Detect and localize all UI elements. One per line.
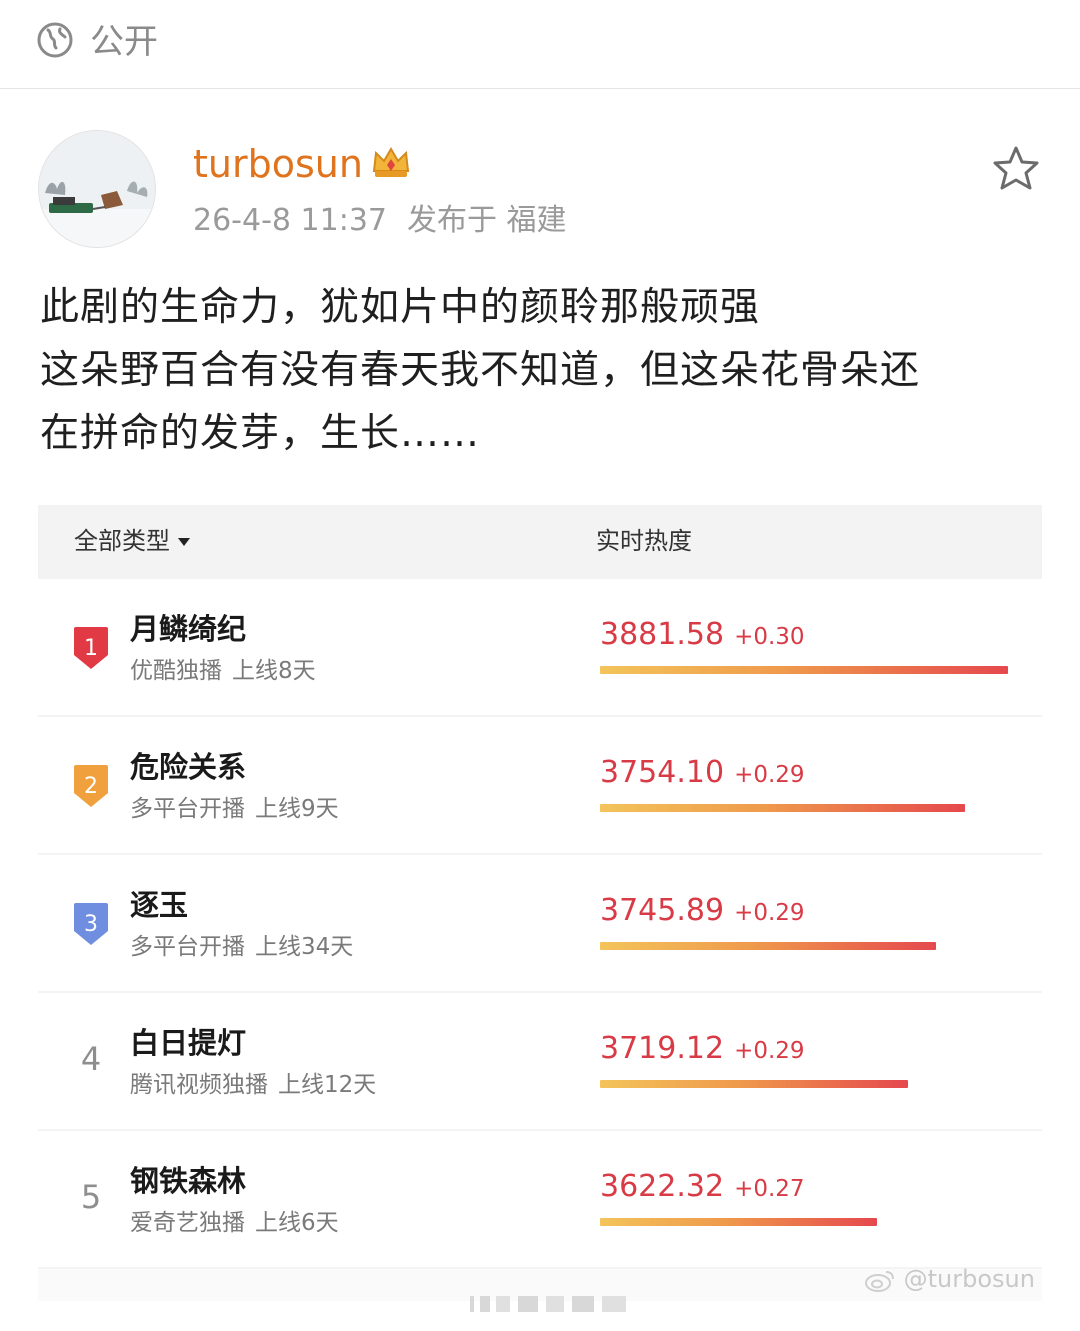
show-meta: 爱奇艺独播 上线6天 [130, 1206, 339, 1240]
heat-score: 3622.32 +0.27 [600, 1167, 805, 1209]
heat-score: 3754.10 +0.29 [600, 753, 805, 795]
heat-bar-fill [600, 666, 1008, 674]
heat-value: 3754.10 [600, 755, 725, 790]
heat-delta: +0.29 [734, 900, 805, 926]
show-title: 白日提灯 [130, 1026, 247, 1060]
rank-number: 3 [84, 912, 98, 937]
globe-icon [37, 22, 73, 58]
heat-delta: +0.27 [734, 1176, 805, 1202]
heat-value: 3881.58 [600, 617, 725, 652]
ranking-card: 全部类型 实时热度 1 月鳞绮纪 优酷独播 上线8天 3881.58 +0.30 2… [38, 505, 1042, 1301]
show-online-days: 上线9天 [255, 796, 339, 822]
heat-delta: +0.29 [734, 762, 805, 788]
visibility-label: 公开 [90, 22, 158, 62]
visibility-bar[interactable]: 公开 [0, 0, 1080, 89]
show-online-days: 上线6天 [255, 1210, 339, 1236]
show-meta: 优酷独播 上线8天 [130, 654, 316, 688]
category-filter[interactable]: 全部类型 [74, 523, 190, 559]
heat-bar [600, 942, 1008, 950]
show-online-days: 上线34天 [255, 934, 354, 960]
post-line: 这朵野百合有没有春天我不知道，但这朵花骨朵还 [40, 348, 921, 393]
ranking-header: 全部类型 实时热度 [38, 505, 1042, 579]
post-body: 此剧的生命力，犹如片中的颜聆那般顽强 这朵野百合有没有春天我不知道，但这朵花骨朵… [40, 276, 1040, 465]
ranking-row[interactable]: 2 危险关系 多平台开播 上线9天 3754.10 +0.29 [38, 717, 1042, 855]
heat-score: 3719.12 +0.29 [600, 1029, 805, 1071]
weibo-logo-icon [865, 1271, 894, 1292]
heat-value: 3745.89 [600, 893, 725, 928]
post-meta: 26-4-8 11:37 发布于 福建 [193, 200, 567, 242]
show-title: 月鳞绮纪 [130, 612, 247, 646]
show-title: 钢铁森林 [130, 1164, 247, 1198]
rank-number: 4 [80, 1040, 102, 1078]
ranking-row[interactable]: 1 月鳞绮纪 优酷独播 上线8天 3881.58 +0.30 [38, 579, 1042, 717]
show-meta: 腾讯视频独播 上线12天 [130, 1068, 376, 1102]
heat-value: 3622.32 [600, 1169, 725, 1204]
show-title: 逐玉 [130, 888, 189, 922]
rank-badge-3: 3 [74, 903, 108, 945]
heat-bar-fill [600, 1080, 909, 1088]
caret-down-icon [178, 538, 190, 546]
rank-number: 1 [84, 636, 98, 661]
realtime-heat-label: 实时热度 [596, 527, 692, 555]
ranking-row[interactable]: 3 逐玉 多平台开播 上线34天 3745.89 +0.29 [38, 855, 1042, 993]
author-name[interactable]: turbosun [193, 140, 363, 188]
rank-number: 5 [80, 1178, 102, 1216]
ranking-row[interactable]: 5 钢铁森林 爱奇艺独播 上线6天 3622.32 +0.27 [38, 1131, 1042, 1269]
heat-bar-fill [600, 942, 937, 950]
avatar[interactable] [38, 130, 156, 248]
post-location: 发布于 福建 [407, 203, 567, 238]
heat-bar [600, 804, 1008, 812]
rank-number: 2 [84, 774, 98, 799]
heat-delta: +0.29 [734, 1038, 805, 1064]
show-platform: 腾讯视频独播 [130, 1072, 268, 1098]
rank-badge-2: 2 [74, 765, 108, 807]
show-online-days: 上线12天 [278, 1072, 377, 1098]
heat-bar-fill [600, 804, 966, 812]
category-filter-label: 全部类型 [74, 527, 170, 555]
crown-icon [372, 147, 410, 177]
heat-delta: +0.30 [734, 624, 805, 650]
post-line: 在拼命的发芽，生长…… [40, 411, 481, 456]
show-platform: 优酷独播 [130, 658, 222, 684]
show-platform: 多平台开播 [130, 796, 245, 822]
show-platform: 爱奇艺独播 [130, 1210, 245, 1236]
show-online-days: 上线8天 [232, 658, 316, 684]
heat-bar-fill [600, 1218, 878, 1226]
show-meta: 多平台开播 上线34天 [130, 930, 353, 964]
avatar-image [39, 131, 155, 247]
ranking-row[interactable]: 4 白日提灯 腾讯视频独播 上线12天 3719.12 +0.29 [38, 993, 1042, 1131]
heat-value: 3719.12 [600, 1031, 725, 1066]
watermark-text: @turbosun [903, 1265, 1035, 1293]
heat-bar [600, 1218, 1008, 1226]
heat-bar [600, 666, 1008, 674]
show-meta: 多平台开播 上线9天 [130, 792, 339, 826]
show-title: 危险关系 [130, 750, 247, 784]
heat-bar [600, 1080, 1008, 1088]
favorite-star-icon[interactable] [990, 144, 1042, 194]
show-platform: 多平台开播 [130, 934, 245, 960]
rank-badge-1: 1 [74, 627, 108, 669]
heat-score: 3881.58 +0.30 [600, 615, 805, 657]
weibo-watermark: @turbosun [864, 1263, 1035, 1295]
heat-score: 3745.89 +0.29 [600, 891, 805, 933]
post-line: 此剧的生命力，犹如片中的颜聆那般顽强 [40, 285, 761, 330]
decorative-marks [470, 1296, 626, 1312]
post-time: 26-4-8 11:37 [193, 203, 387, 238]
